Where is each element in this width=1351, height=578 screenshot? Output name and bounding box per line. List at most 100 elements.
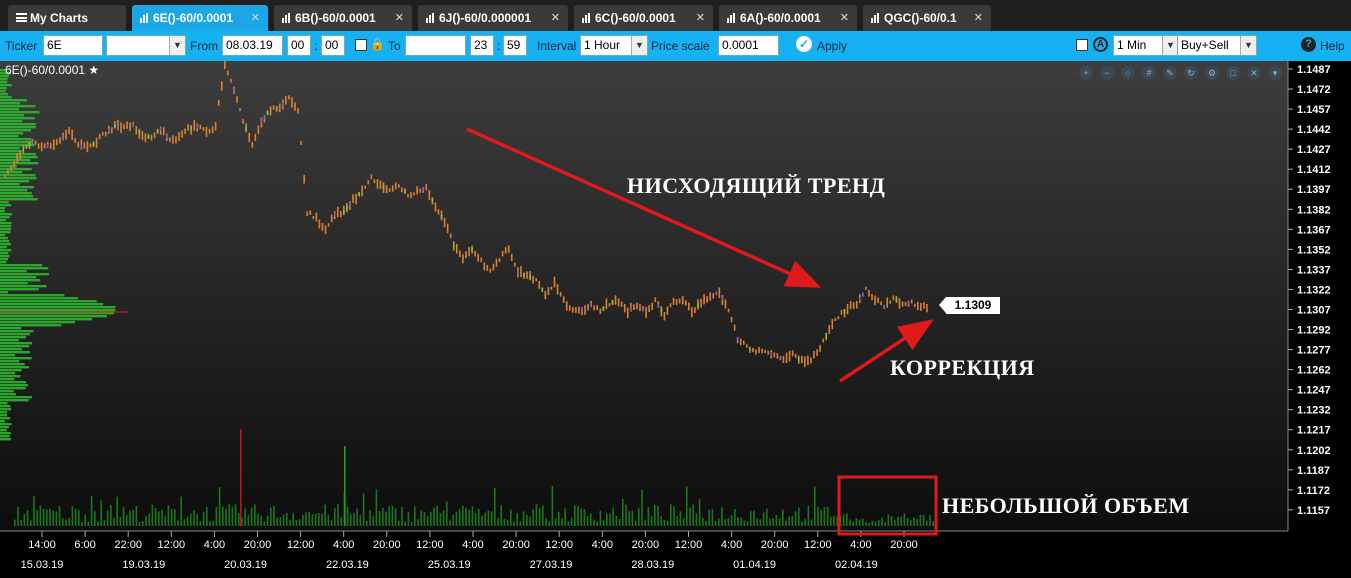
volume-bar	[327, 515, 330, 526]
close-icon[interactable]: ✕	[840, 5, 849, 31]
volume-bar	[647, 507, 650, 526]
ticker-input[interactable]: 6E	[43, 35, 103, 56]
tab-my-charts[interactable]: My Charts	[8, 5, 126, 31]
volume-bar	[407, 511, 410, 526]
volume-bar	[538, 507, 541, 526]
volume-bar	[324, 504, 326, 526]
x-time-label: 12:00	[287, 539, 315, 551]
volume-bar	[474, 513, 477, 526]
chart-bars-icon	[871, 13, 881, 23]
price-scale-input[interactable]: 0.0001	[718, 35, 779, 56]
close-icon[interactable]: ✕	[551, 5, 560, 31]
volume-bar	[798, 507, 800, 526]
auto-icon[interactable]: A	[1093, 37, 1108, 52]
volume-bar	[23, 513, 26, 526]
volume-bar	[894, 519, 896, 526]
tick-marker	[107, 128, 110, 133]
help-icon[interactable]: ?	[1301, 37, 1316, 52]
tick-marker	[132, 123, 135, 128]
profile-bar	[0, 96, 12, 99]
grid-icon[interactable]: #	[1142, 66, 1156, 80]
star-icon[interactable]: ★	[85, 63, 99, 77]
check-icon[interactable]: ✓	[796, 36, 812, 52]
volume-bar	[90, 495, 93, 526]
close-icon[interactable]: ✕	[696, 5, 705, 31]
volume-bar	[311, 514, 314, 526]
timeframe-select[interactable]: 1 Min ▼	[1113, 35, 1179, 56]
from-hour-input[interactable]: 00	[287, 35, 311, 56]
volume-bar	[929, 515, 931, 526]
close-icon[interactable]: ✕	[974, 5, 983, 31]
to-minute-input[interactable]: 59	[503, 35, 527, 56]
interval-select[interactable]: 1 Hour ▼	[580, 35, 648, 56]
help-button[interactable]: Help	[1320, 39, 1345, 53]
x-time-label: 12:00	[804, 539, 832, 551]
chart-area[interactable]: 1.1487 1.1472 1.1457 1.1442 1.1427 1.1412 1.13…	[0, 61, 1351, 578]
volume-bar	[900, 516, 902, 526]
tab-label: My Charts	[30, 11, 89, 25]
tab-6e[interactable]: 6E()-60/0.0001 ✕	[132, 5, 268, 31]
tab-6j[interactable]: 6J()-60/0.000001 ✕	[418, 5, 568, 31]
volume-bar	[753, 510, 755, 526]
tick-marker	[31, 140, 34, 145]
volume-bar	[503, 518, 506, 526]
close-icon[interactable]: ✕	[395, 5, 404, 31]
volume-bar	[769, 518, 771, 526]
close-icon[interactable]: ✕	[1247, 66, 1261, 80]
zoom-out-icon[interactable]: −	[1100, 66, 1114, 80]
to-hour-input[interactable]: 23	[470, 35, 494, 56]
tick-marker	[275, 106, 278, 111]
collapse-icon[interactable]: ▾	[1268, 66, 1282, 80]
profile-bar	[0, 231, 11, 234]
x-time-label: 4:00	[592, 539, 613, 551]
volume-bar	[273, 506, 275, 526]
from-date-input[interactable]: 08.03.19	[222, 35, 283, 56]
zoom-in-icon[interactable]: +	[1079, 66, 1093, 80]
tick-marker	[721, 296, 724, 301]
volume-bar	[78, 509, 80, 526]
tab-qgc[interactable]: QGC()-60/0.1 ✕	[863, 5, 991, 31]
profile-bar	[0, 417, 11, 420]
tab-6b[interactable]: 6B()-60/0.0001 ✕	[274, 5, 412, 31]
zoom-reset-icon[interactable]: ○	[1121, 66, 1135, 80]
volume-bar	[622, 499, 624, 526]
fullscreen-icon[interactable]: □	[1226, 66, 1240, 80]
price-scale-label: Price scale	[651, 39, 710, 53]
volume-bar	[215, 506, 218, 526]
plot-background	[0, 61, 1288, 531]
tick-marker	[25, 144, 28, 149]
time-separator: :	[497, 39, 501, 53]
volume-bar	[567, 521, 570, 526]
tick-marker	[862, 292, 864, 297]
profile-bar	[0, 318, 93, 321]
option-checkbox[interactable]	[1076, 39, 1088, 51]
volume-bar	[932, 521, 934, 526]
to-enable-checkbox[interactable]	[355, 39, 367, 51]
volume-bar	[926, 520, 928, 526]
profile-bar	[0, 351, 30, 354]
draw-icon[interactable]: ✎	[1163, 66, 1177, 80]
side-select[interactable]: Buy+Sell ▼	[1177, 35, 1257, 56]
volume-bar	[359, 515, 362, 526]
to-label: To	[388, 39, 401, 53]
from-minute-input[interactable]: 00	[321, 35, 345, 56]
downtrend-annotation: НИСХОДЯЩИЙ ТРЕНД	[627, 173, 886, 198]
ticker-dropdown[interactable]: ▼	[106, 35, 186, 56]
volume-bar	[135, 505, 138, 526]
x-date-label: 19.03.19	[122, 559, 165, 571]
to-date-input[interactable]	[405, 35, 466, 56]
gear-icon[interactable]: ⚙	[1205, 66, 1219, 80]
volume-bar	[302, 514, 304, 526]
tick-marker	[46, 144, 49, 149]
lock-icon[interactable]: 🔒	[370, 37, 385, 51]
close-icon[interactable]: ✕	[251, 5, 260, 31]
volume-bar	[590, 513, 592, 526]
volume-bar	[129, 510, 131, 526]
tab-6c[interactable]: 6C()-60/0.0001 ✕	[574, 5, 713, 31]
y-tick-label: 1.1217	[1297, 425, 1331, 437]
tab-6a[interactable]: 6A()-60/0.0001 ✕	[719, 5, 857, 31]
refresh-icon[interactable]: ↻	[1184, 66, 1198, 80]
apply-button[interactable]: Apply	[817, 39, 847, 53]
y-tick-label: 1.1277	[1297, 345, 1331, 357]
volume-bar	[487, 510, 490, 526]
